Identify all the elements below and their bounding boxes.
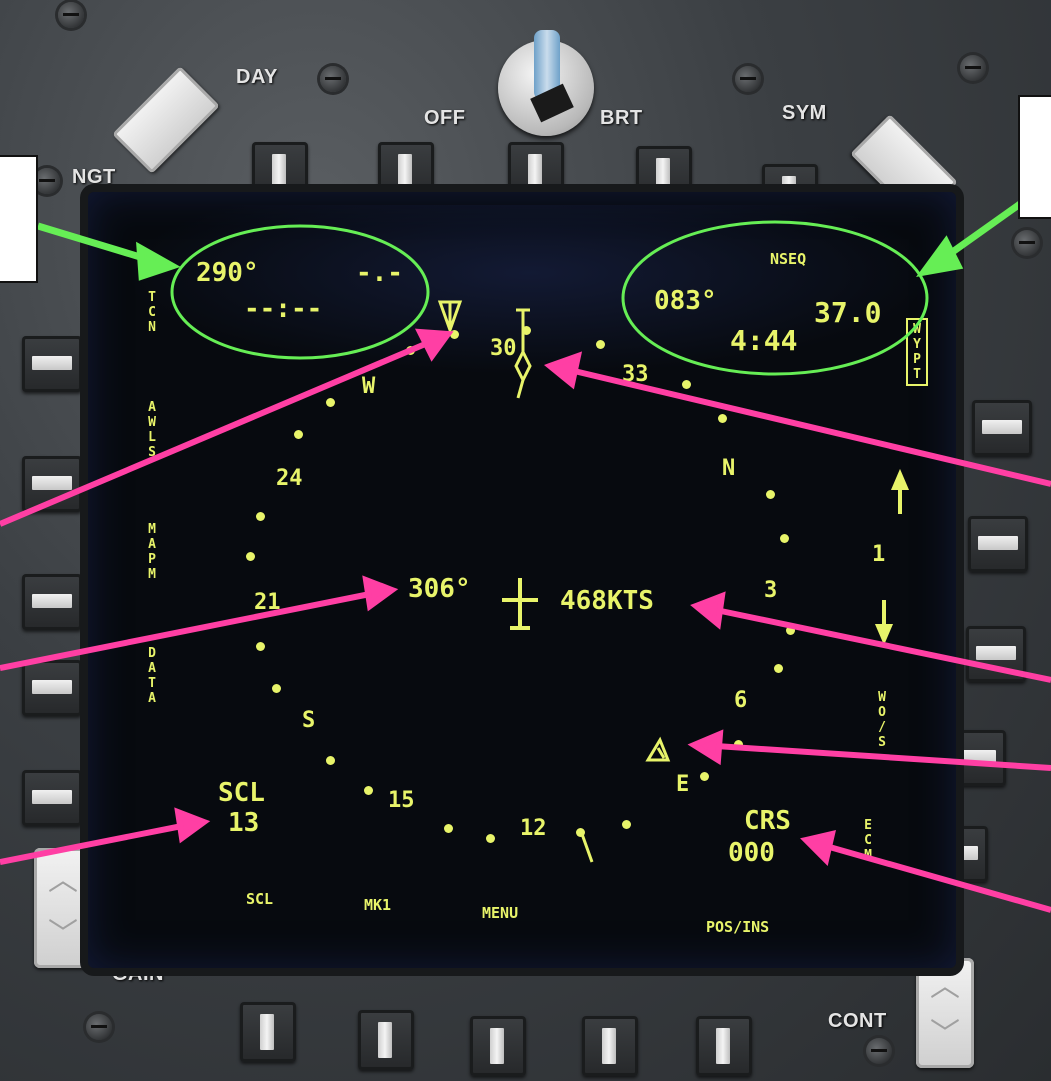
- callout-ellipse-left: [170, 224, 430, 360]
- callout-arrow-left-icon: [36, 222, 181, 281]
- callout-arrow-waypoint-icon: [687, 729, 1051, 771]
- waypoint-marker-icon: [645, 736, 671, 762]
- callout-ellipse-right: [621, 220, 929, 376]
- callout-arrow-tacan-icon: [0, 328, 454, 527]
- callout-arrow-speed-icon: [690, 591, 1051, 683]
- callout-box-right: [1018, 95, 1051, 219]
- callout-arrow-heading-icon: [0, 575, 399, 671]
- arrow-up-icon: [890, 468, 910, 514]
- tail-marker: [580, 833, 594, 863]
- callout-box-left: [0, 155, 38, 283]
- callout-arrow-scale-icon: [0, 807, 211, 865]
- symbology-layer: [0, 201, 1051, 913]
- callout-arrow-course-icon: [543, 351, 1051, 487]
- callout-arrow-crs-icon: [800, 829, 1051, 913]
- ddi-panel: DAY NGT OFF BRT SYM GAIN CONT ︿ ﹀ ︿ ﹀ T …: [0, 0, 1051, 1081]
- aircraft-symbol-icon: [502, 578, 538, 630]
- callout-arrow-right-icon: [916, 201, 1023, 277]
- tacan-bearing-icon: [437, 300, 463, 335]
- course-pointer-icon: [514, 308, 532, 399]
- arrow-down-icon: [874, 600, 894, 646]
